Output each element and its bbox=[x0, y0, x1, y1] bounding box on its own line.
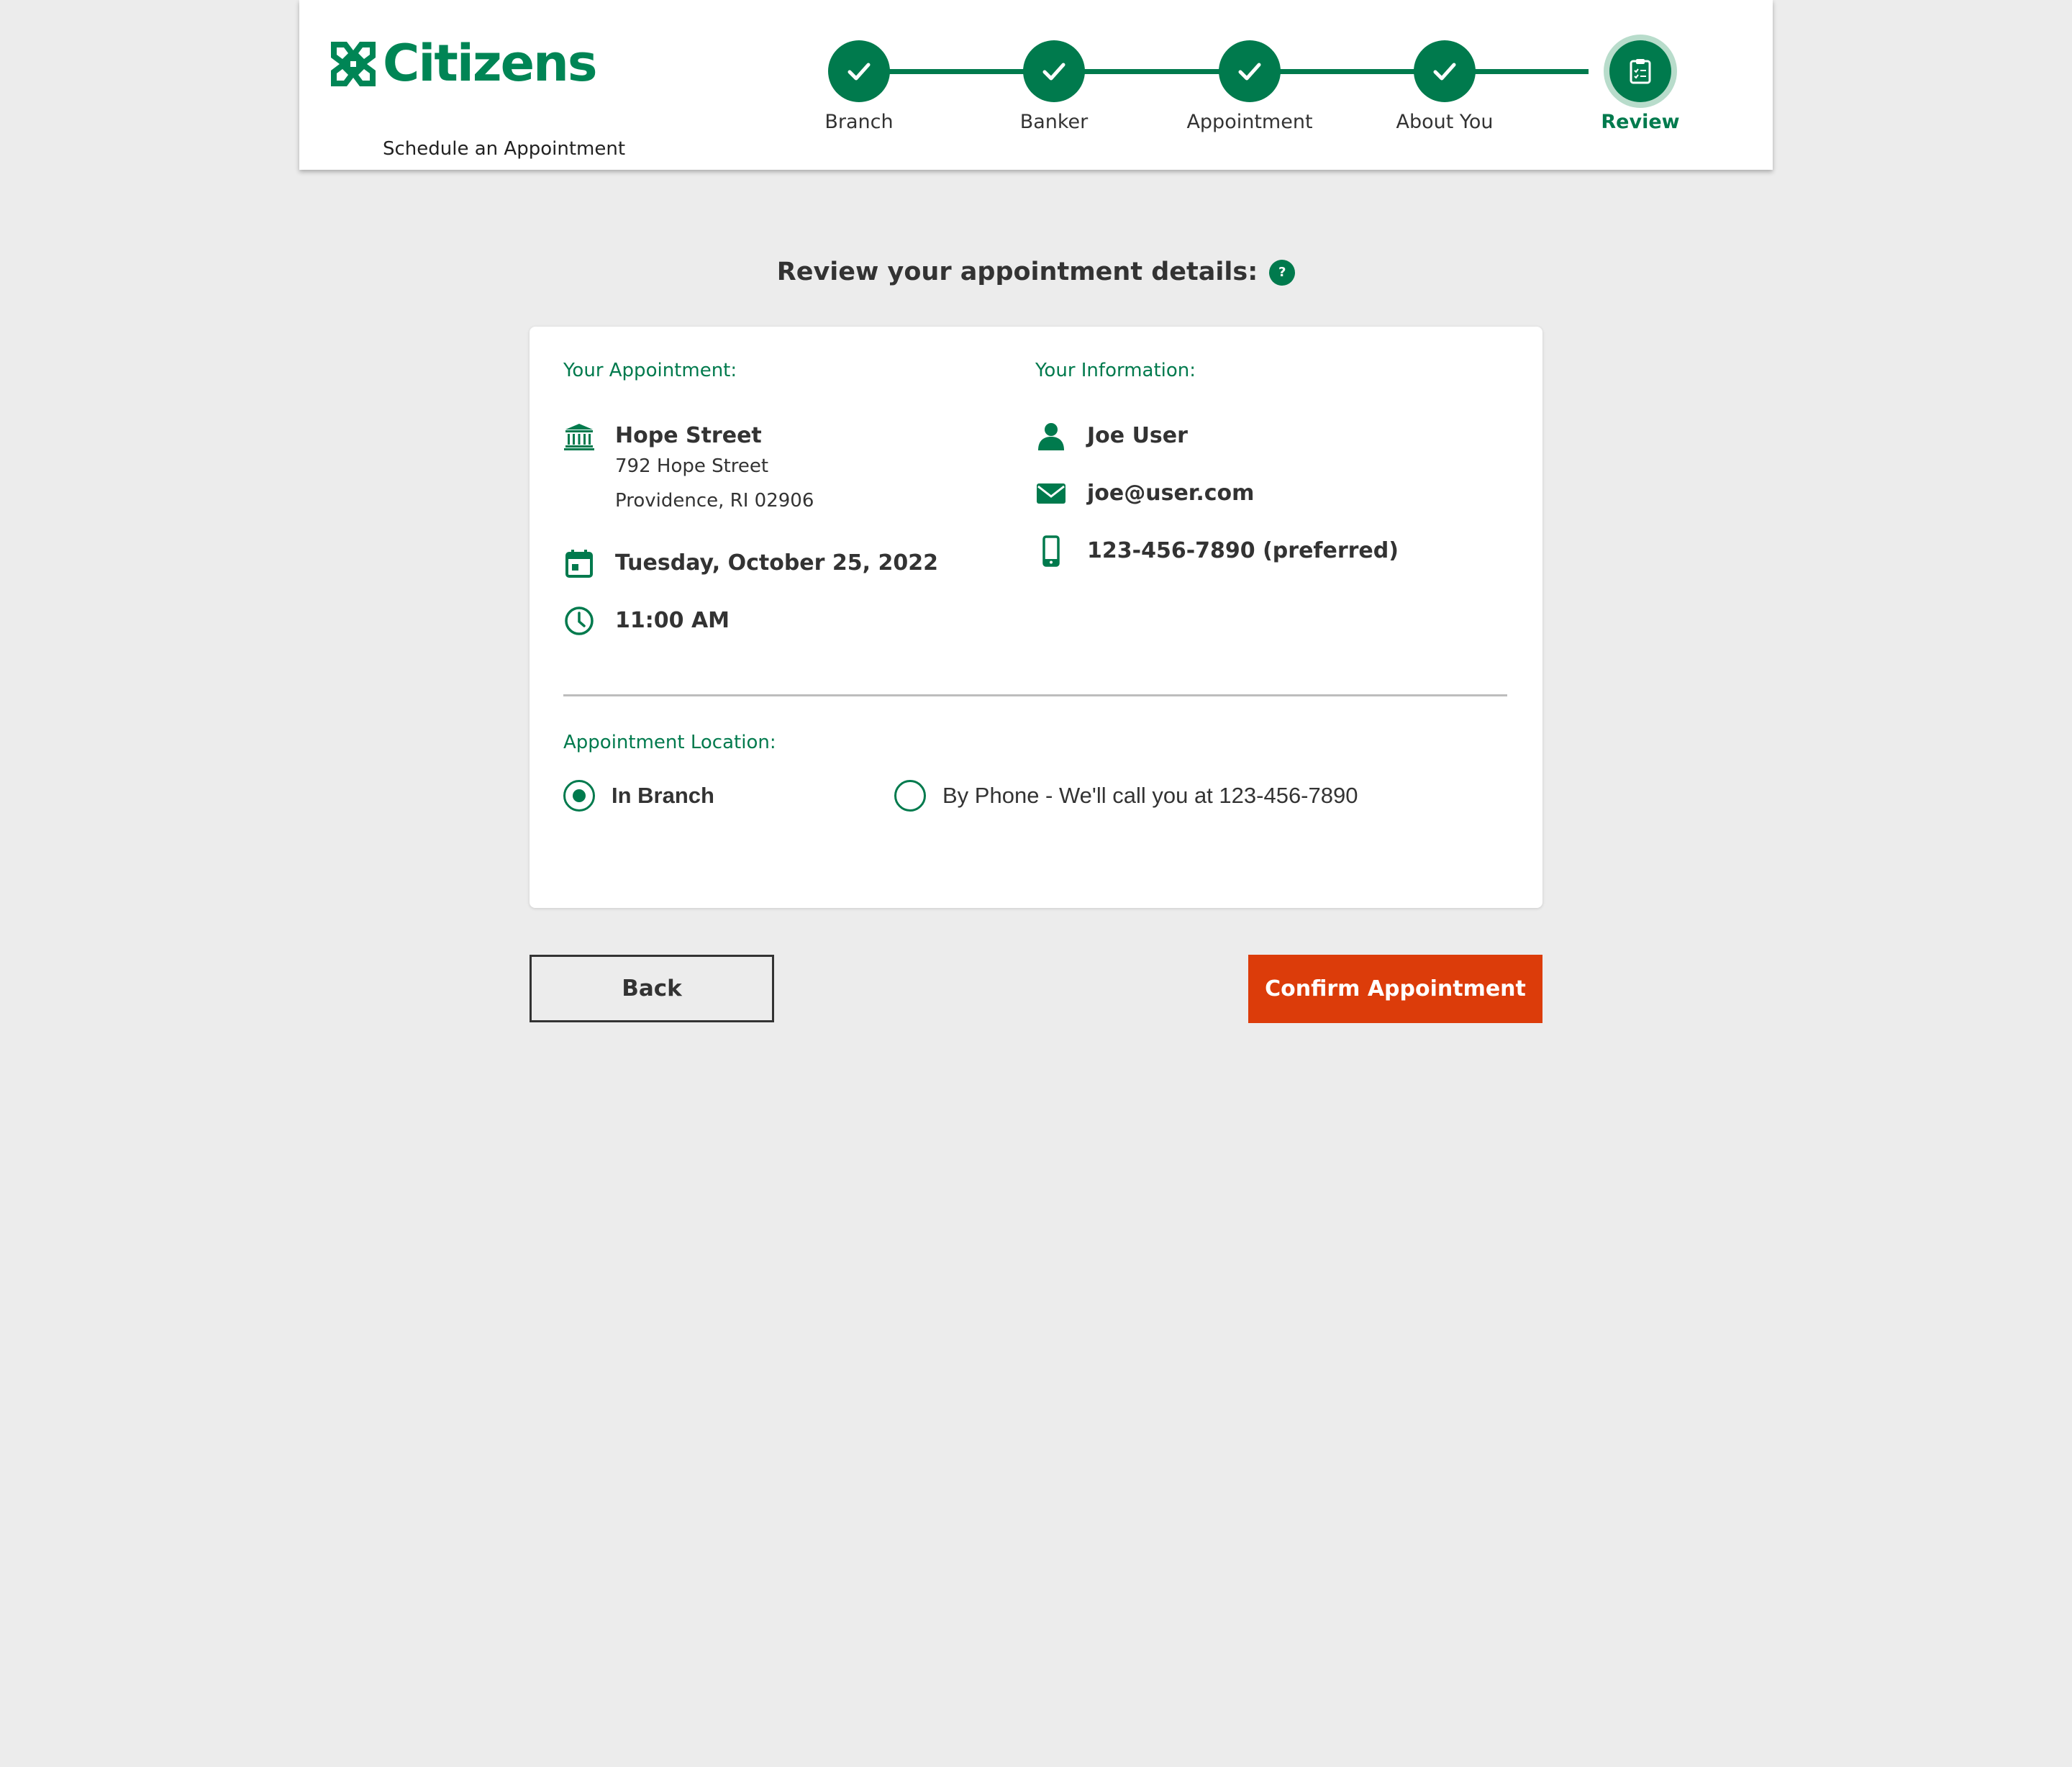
appointment-time: 11:00 AM bbox=[615, 608, 730, 633]
step-branch[interactable]: Branch bbox=[751, 40, 967, 133]
header: Citizens ™ Schedule an Appointment Branc… bbox=[299, 0, 1773, 170]
mobile-phone-icon bbox=[1042, 535, 1060, 567]
your-appointment-heading: Your Appointment: bbox=[563, 360, 737, 381]
user-email: joe@user.com bbox=[1087, 481, 1255, 506]
by-phone-label[interactable]: By Phone - We'll call you at 123-456-789… bbox=[942, 780, 1358, 812]
step-banker[interactable]: Banker bbox=[946, 40, 1162, 133]
check-icon bbox=[848, 63, 871, 81]
branch-name: Hope Street bbox=[615, 423, 762, 448]
page-title: Review your appointment details:? bbox=[0, 258, 2072, 286]
in-branch-label[interactable]: In Branch bbox=[612, 780, 714, 812]
your-information-heading: Your Information: bbox=[1035, 360, 1196, 381]
section-divider bbox=[563, 694, 1507, 696]
user-name: Joe User bbox=[1087, 423, 1188, 448]
step-appointment[interactable]: Appointment bbox=[1142, 40, 1358, 133]
check-icon bbox=[1433, 63, 1456, 81]
confirm-appointment-button[interactable]: Confirm Appointment bbox=[1248, 955, 1542, 1023]
step-complete-circle bbox=[1219, 40, 1281, 102]
check-icon bbox=[1042, 63, 1065, 81]
page-title-text: Review your appointment details: bbox=[776, 258, 1258, 286]
by-phone-radio[interactable] bbox=[894, 780, 926, 812]
user-phone: 123-456-7890 (preferred) bbox=[1087, 538, 1399, 563]
envelope-icon bbox=[1037, 483, 1065, 504]
clipboard-icon bbox=[1630, 59, 1651, 84]
step-label: Review bbox=[1601, 111, 1680, 133]
appointment-location-heading: Appointment Location: bbox=[563, 732, 776, 753]
branch-address-line1: 792 Hope Street bbox=[615, 455, 769, 477]
step-label: Banker bbox=[1019, 111, 1089, 133]
step-complete-circle bbox=[828, 40, 890, 102]
step-about-you[interactable]: About You bbox=[1337, 40, 1553, 133]
clock-icon bbox=[565, 607, 594, 635]
step-label: Appointment bbox=[1186, 111, 1313, 133]
radio-selected-dot bbox=[573, 789, 586, 802]
step-label: Branch bbox=[824, 111, 894, 133]
step-complete-circle bbox=[1414, 40, 1476, 102]
appointment-summary-card: Your Appointment: Your Information: Hope… bbox=[530, 327, 1542, 908]
step-review: Review bbox=[1532, 40, 1748, 133]
progress-stepper: Branch Banker Appointment About You Revi… bbox=[299, 0, 1773, 170]
step-label: About You bbox=[1396, 111, 1494, 133]
bank-icon bbox=[564, 424, 594, 450]
back-button[interactable]: Back bbox=[530, 955, 774, 1022]
in-branch-radio[interactable] bbox=[563, 780, 595, 812]
step-complete-circle bbox=[1023, 40, 1085, 102]
branch-address-line2: Providence, RI 02906 bbox=[615, 490, 814, 512]
person-icon bbox=[1038, 423, 1064, 450]
help-icon[interactable]: ? bbox=[1269, 260, 1296, 286]
appointment-date: Tuesday, October 25, 2022 bbox=[615, 550, 938, 576]
calendar-icon bbox=[565, 550, 593, 578]
check-icon bbox=[1238, 63, 1261, 81]
step-current-circle bbox=[1609, 40, 1671, 102]
